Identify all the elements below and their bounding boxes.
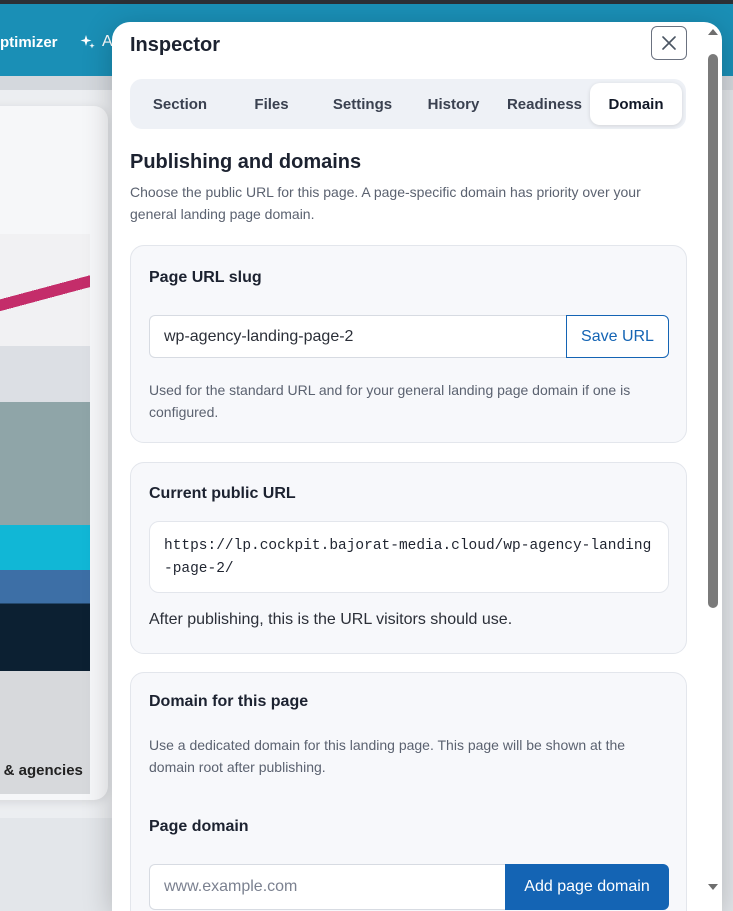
page-domain-label: Page domain: [149, 818, 249, 835]
save-url-button[interactable]: Save URL: [566, 315, 669, 358]
inspector-tabs: Section Files Settings History Readiness…: [130, 79, 686, 129]
template-card-title: ps & agencies: [0, 762, 83, 779]
template-card[interactable]: ps & agencies ed: [0, 106, 108, 800]
tab-settings[interactable]: Settings: [317, 83, 408, 125]
close-icon: [662, 36, 676, 50]
tab-domain[interactable]: Domain: [590, 83, 682, 125]
url-slug-input[interactable]: [149, 315, 566, 358]
public-url-note: After publishing, this is the URL visito…: [149, 611, 513, 628]
page-domain-input[interactable]: [149, 864, 505, 910]
tab-section[interactable]: Section: [134, 83, 226, 125]
nav-item-optimizer[interactable]: ptimizer: [0, 34, 58, 51]
scroll-thumb[interactable]: [708, 54, 718, 608]
url-slug-helper: Used for the standard URL and for your g…: [149, 382, 631, 420]
url-slug-card: Page URL slug Save URL Used for the stan…: [130, 245, 687, 443]
url-slug-title: Page URL slug: [149, 269, 262, 286]
publishing-heading: Publishing and domains: [130, 151, 362, 173]
inspector-panel: Inspector Section Files Settings History…: [112, 22, 722, 911]
publishing-description: Choose the public URL for this page. A p…: [130, 184, 641, 222]
app-footer-area: [0, 818, 112, 911]
close-button[interactable]: [651, 26, 687, 60]
tab-readiness[interactable]: Readiness: [499, 83, 590, 125]
add-page-domain-button[interactable]: Add page domain: [505, 864, 669, 910]
public-url-card: Current public URL https://lp.cockpit.ba…: [130, 462, 687, 654]
public-url-value[interactable]: https://lp.cockpit.bajorat-media.cloud/w…: [149, 521, 669, 593]
sparkle-icon: [80, 35, 95, 49]
page-domain-card: Domain for this page Use a dedicated dom…: [130, 672, 687, 911]
inspector-scrollbar[interactable]: [704, 22, 722, 911]
nav-item-ai[interactable]: A: [80, 33, 113, 51]
tab-history[interactable]: History: [408, 83, 499, 125]
public-url-title: Current public URL: [149, 485, 296, 502]
inspector-title: Inspector: [130, 34, 221, 56]
scroll-up-arrow-icon[interactable]: [708, 29, 718, 35]
scroll-down-arrow-icon[interactable]: [708, 884, 718, 890]
template-preview-image: [0, 234, 90, 794]
page-domain-description: Use a dedicated domain for this landing …: [149, 737, 626, 775]
page-domain-title: Domain for this page: [149, 693, 309, 710]
tab-files[interactable]: Files: [226, 83, 317, 125]
